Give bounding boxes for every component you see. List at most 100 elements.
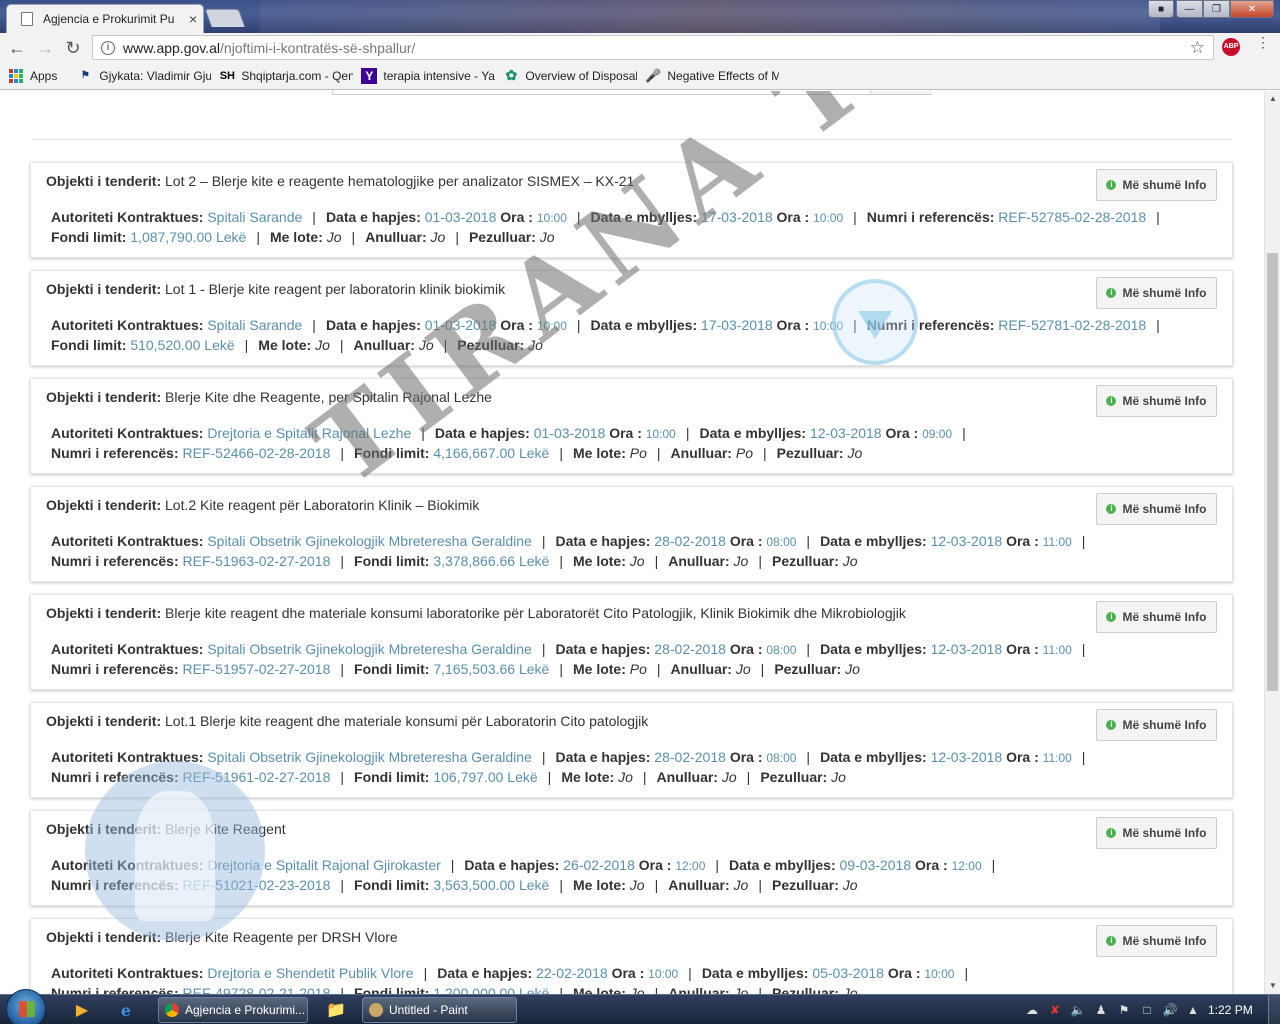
separator: | [1081, 749, 1086, 765]
divider [32, 139, 1232, 140]
tender-object-label: Objekti i tenderit: [46, 497, 162, 513]
tender-object-label: Objekti i tenderit: [46, 173, 162, 189]
bookmark-overview[interactable]: ✿ Overview of Disposal [503, 67, 637, 84]
separator: | [688, 965, 692, 981]
tab-close-icon[interactable]: × [189, 11, 197, 27]
opening-time-value: 10:00 [536, 319, 567, 333]
site-info-icon[interactable]: i [101, 40, 115, 55]
network-icon[interactable]: □ [1139, 1003, 1155, 1017]
opening-date-value: 01-03-2018 [424, 209, 497, 225]
opening-time-value: 10:00 [645, 427, 676, 441]
search-form-edge [332, 91, 932, 95]
tender-title: Lot 1 - Blerje kite reagent per laborato… [165, 281, 506, 297]
cloud-icon[interactable]: ☁ [1024, 1003, 1040, 1017]
opening-date-value: 28-02-2018 [654, 533, 726, 549]
scroll-up-icon[interactable]: ▲ [1265, 91, 1280, 107]
suspended-label: Pezulluar: [468, 229, 536, 245]
info-circle-icon: i [1106, 612, 1117, 622]
tender-card: Objekti i tenderit: Blerje Kite Reagent A… [30, 810, 1233, 906]
reference-label: Numri i referencës: [51, 769, 179, 785]
antivirus-icon[interactable]: ✘ [1047, 1003, 1063, 1017]
info-circle-icon: i [1106, 720, 1117, 730]
bookmark-gjykata[interactable]: ⚑ Gjykata: Vladimir Gju [77, 68, 211, 84]
bookmark-star-icon[interactable]: ☆ [1190, 38, 1205, 58]
more-info-button[interactable]: i Më shumë Info [1096, 709, 1217, 741]
lots-label: Me lote: [572, 877, 626, 893]
vertical-scrollbar[interactable]: ▲ ▼ [1264, 91, 1280, 994]
taskbar-clock[interactable]: 1:22 PM [1208, 1003, 1253, 1017]
security-icon[interactable]: ▲ [1185, 1003, 1201, 1017]
maximize-button[interactable]: ❐ [1203, 0, 1230, 18]
more-info-button[interactable]: i Më shumë Info [1096, 493, 1217, 525]
suspended-label: Pezulluar: [760, 769, 828, 785]
opening-date-label: Data e hapjes: [464, 857, 560, 873]
separator: | [351, 229, 356, 245]
back-arrow-icon[interactable]: ← [6, 37, 28, 59]
bookmark-apps[interactable]: Apps [8, 68, 57, 84]
cancelled-value: Jo [733, 877, 749, 893]
bookmark-negative-effects[interactable]: 🎤 Negative Effects of M [645, 68, 779, 84]
search-button-edge[interactable] [870, 91, 932, 94]
authority-value: Spitali Obsetrik Gjinekologjik Mbreteres… [207, 533, 532, 549]
media-player-icon[interactable]: ▶ [62, 998, 102, 1022]
bookmark-shqiptarja[interactable]: SH Shqiptarja.com - Qen [219, 68, 354, 84]
opening-date-value: 01-03-2018 [533, 425, 606, 441]
tender-title: Blerje Kite Reagente per DRSH Vlore [165, 929, 398, 945]
more-info-button[interactable]: i Më shumë Info [1096, 925, 1217, 957]
tender-details-row-1: Autoriteti Kontraktues: Drejtoria e Shen… [51, 965, 978, 981]
folder-icon[interactable]: 📁 [316, 998, 356, 1022]
suspended-label: Pezulluar: [771, 877, 839, 893]
separator: | [1081, 641, 1086, 657]
speaker-mute-icon[interactable]: 🔈 [1070, 1003, 1086, 1017]
more-info-button[interactable]: i Më shumë Info [1096, 385, 1217, 417]
cancelled-label: Anulluar: [668, 877, 730, 893]
tender-title: Blerje Kite Reagent [165, 821, 286, 837]
taskbar-chrome[interactable]: Agjencia e Prokurimi... [158, 997, 308, 1023]
more-info-button[interactable]: i Më shumë Info [1096, 601, 1217, 633]
lots-label: Me lote: [572, 445, 626, 461]
start-button[interactable] [6, 989, 46, 1024]
separator: | [760, 661, 765, 677]
more-info-button[interactable]: i Më shumë Info [1096, 277, 1217, 309]
tender-details-row-2: Numri i referencës: REF-51021-02-23-2018… [51, 877, 858, 893]
adblock-icon[interactable]: ABP [1222, 38, 1240, 56]
network-users-icon[interactable]: ♟ [1093, 1003, 1109, 1017]
forward-arrow-icon[interactable]: → [34, 37, 56, 59]
scroll-down-icon[interactable]: ▼ [1265, 978, 1280, 994]
volume-icon[interactable]: 🔊 [1162, 1003, 1178, 1017]
show-desktop-button[interactable] [1268, 995, 1280, 1024]
fund-value: 1,087,790.00 Lekë [130, 229, 247, 245]
tender-object-label: Objekti i tenderit: [46, 713, 162, 729]
fund-value: 1,200,000.00 Lekë [433, 985, 550, 994]
authority-label: Autoriteti Kontraktues: [51, 425, 204, 441]
closing-date-value: 12-03-2018 [930, 533, 1003, 549]
reload-icon[interactable]: ↻ [62, 37, 84, 59]
more-info-button[interactable]: i Më shumë Info [1096, 169, 1217, 201]
taskbar-paint[interactable]: Untitled - Paint [362, 997, 517, 1023]
info-circle-icon: i [1106, 504, 1117, 514]
minimize-button[interactable]: — [1176, 0, 1203, 18]
new-tab-button[interactable] [204, 9, 246, 27]
authority-label: Autoriteti Kontraktues: [51, 749, 204, 765]
browser-tab[interactable]: Agjencia e Prokurimit Pu × [6, 4, 204, 33]
info-circle-icon: i [1106, 288, 1117, 298]
more-info-button[interactable]: i Më shumë Info [1096, 817, 1217, 849]
flag-icon[interactable]: ⚑ [1116, 1003, 1132, 1017]
microphone-icon: 🎤 [645, 67, 662, 83]
scrollbar-thumb[interactable] [1267, 253, 1278, 691]
closing-date-label: Data e mbylljes: [820, 641, 927, 657]
tender-details-row-2: Fondi limit: 510,520.00 Lekë | Me lote: Jo… [51, 337, 543, 353]
internet-explorer-icon[interactable]: e [106, 998, 146, 1022]
tender-object-label: Objekti i tenderit: [46, 821, 162, 837]
user-icon[interactable]: ■ [1148, 0, 1174, 18]
page-viewport: Objekti i tenderit: Lot 2 – Blerje kite … [0, 91, 1264, 994]
tender-details-row-1: Autoriteti Kontraktues: Spitali Obsetrik… [51, 641, 1095, 657]
tender-title: Blerje Kite dhe Reagente, per Spitalin R… [165, 389, 492, 405]
separator: | [576, 209, 581, 225]
menu-icon[interactable]: ⋮ [1256, 35, 1270, 49]
bookmark-yahoo[interactable]: Y terapia intensive - Ya [361, 67, 495, 84]
lots-value: Jo [326, 229, 342, 245]
close-window-button[interactable]: ✕ [1230, 0, 1274, 18]
closing-time-value: 11:00 [1042, 751, 1072, 765]
address-bar[interactable]: i www.app.gov.al/njoftimi-i-kontratës-së… [92, 35, 1214, 60]
